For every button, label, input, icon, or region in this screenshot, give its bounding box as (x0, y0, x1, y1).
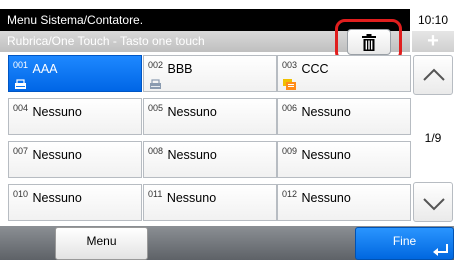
chevron-up-icon (423, 68, 445, 81)
slot-name: Nessuno (166, 191, 217, 205)
slot-name: Nessuno (301, 105, 351, 119)
slot-number: 007 (13, 146, 29, 156)
slot-label: 012 Nessuno (282, 189, 351, 207)
slot-name: Nessuno (167, 148, 217, 162)
add-button[interactable]: + (412, 31, 454, 52)
chevron-down-icon (423, 198, 445, 211)
slot-name: CCC (301, 62, 329, 76)
slot-label: 008 Nessuno (148, 146, 217, 164)
slot-label: 001 AAA (13, 60, 58, 78)
clock: 10:10 (417, 13, 449, 27)
slot-name: Nessuno (301, 148, 351, 162)
contact-icon (149, 77, 162, 89)
slot-number: 012 (282, 189, 298, 199)
one-touch-slot-008[interactable]: 008 Nessuno (143, 141, 277, 178)
scroll-down-button[interactable] (413, 182, 453, 222)
slot-name: Nessuno (301, 191, 351, 205)
one-touch-slot-005[interactable]: 005 Nessuno (143, 98, 277, 135)
slot-number: 003 (282, 60, 298, 70)
slot-name: Nessuno (32, 191, 82, 205)
slot-label: 005 Nessuno (148, 103, 217, 121)
one-touch-slot-001[interactable]: 001 AAA (8, 55, 142, 92)
slot-number: 010 (13, 189, 29, 199)
slot-number: 004 (13, 103, 29, 113)
one-touch-slot-004[interactable]: 004 Nessuno (8, 98, 142, 135)
slot-name: BBB (167, 62, 193, 76)
one-touch-slot-006[interactable]: 006 Nessuno (277, 98, 411, 135)
slot-label: 003 CCC (282, 60, 329, 78)
slot-label: 007 Nessuno (13, 146, 82, 164)
menu-button[interactable]: Menu (55, 227, 148, 260)
slot-label: 011 Nessuno (148, 189, 216, 207)
slot-number: 006 (282, 103, 298, 113)
slot-name: AAA (32, 62, 58, 76)
contact-icon (14, 77, 27, 89)
slot-number: 001 (13, 60, 29, 70)
slot-label: 002 BBB (148, 60, 193, 78)
slot-label: 004 Nessuno (13, 103, 82, 121)
slot-number: 011 (148, 189, 163, 199)
one-touch-slot-011[interactable]: 011 Nessuno (143, 184, 277, 221)
slot-number: 009 (282, 146, 298, 156)
scroll-up-button[interactable] (413, 55, 453, 95)
one-touch-slot-002[interactable]: 002 BBB (143, 55, 277, 92)
slot-number: 002 (148, 60, 164, 70)
slot-number: 008 (148, 146, 164, 156)
slot-label: 010 Nessuno (13, 189, 82, 207)
one-touch-slot-009[interactable]: 009 Nessuno (277, 141, 411, 178)
page-indicator: 1/9 (424, 131, 442, 145)
slot-name: Nessuno (167, 105, 217, 119)
one-touch-slot-010[interactable]: 010 Nessuno (8, 184, 142, 221)
slot-label: 009 Nessuno (282, 146, 351, 164)
one-touch-slot-012[interactable]: 012 Nessuno (277, 184, 411, 221)
enter-icon (433, 244, 448, 256)
slot-label: 006 Nessuno (282, 103, 351, 121)
slot-name: Nessuno (32, 148, 82, 162)
one-touch-grid: 001 AAA 002 BBB 003 CCC 004 Nessuno 005 Ness… (8, 55, 411, 222)
one-touch-slot-003[interactable]: 003 CCC (277, 55, 411, 92)
slot-name: Nessuno (32, 105, 82, 119)
one-touch-slot-007[interactable]: 007 Nessuno (8, 141, 142, 178)
group-icon (283, 77, 296, 90)
slot-number: 005 (148, 103, 164, 113)
